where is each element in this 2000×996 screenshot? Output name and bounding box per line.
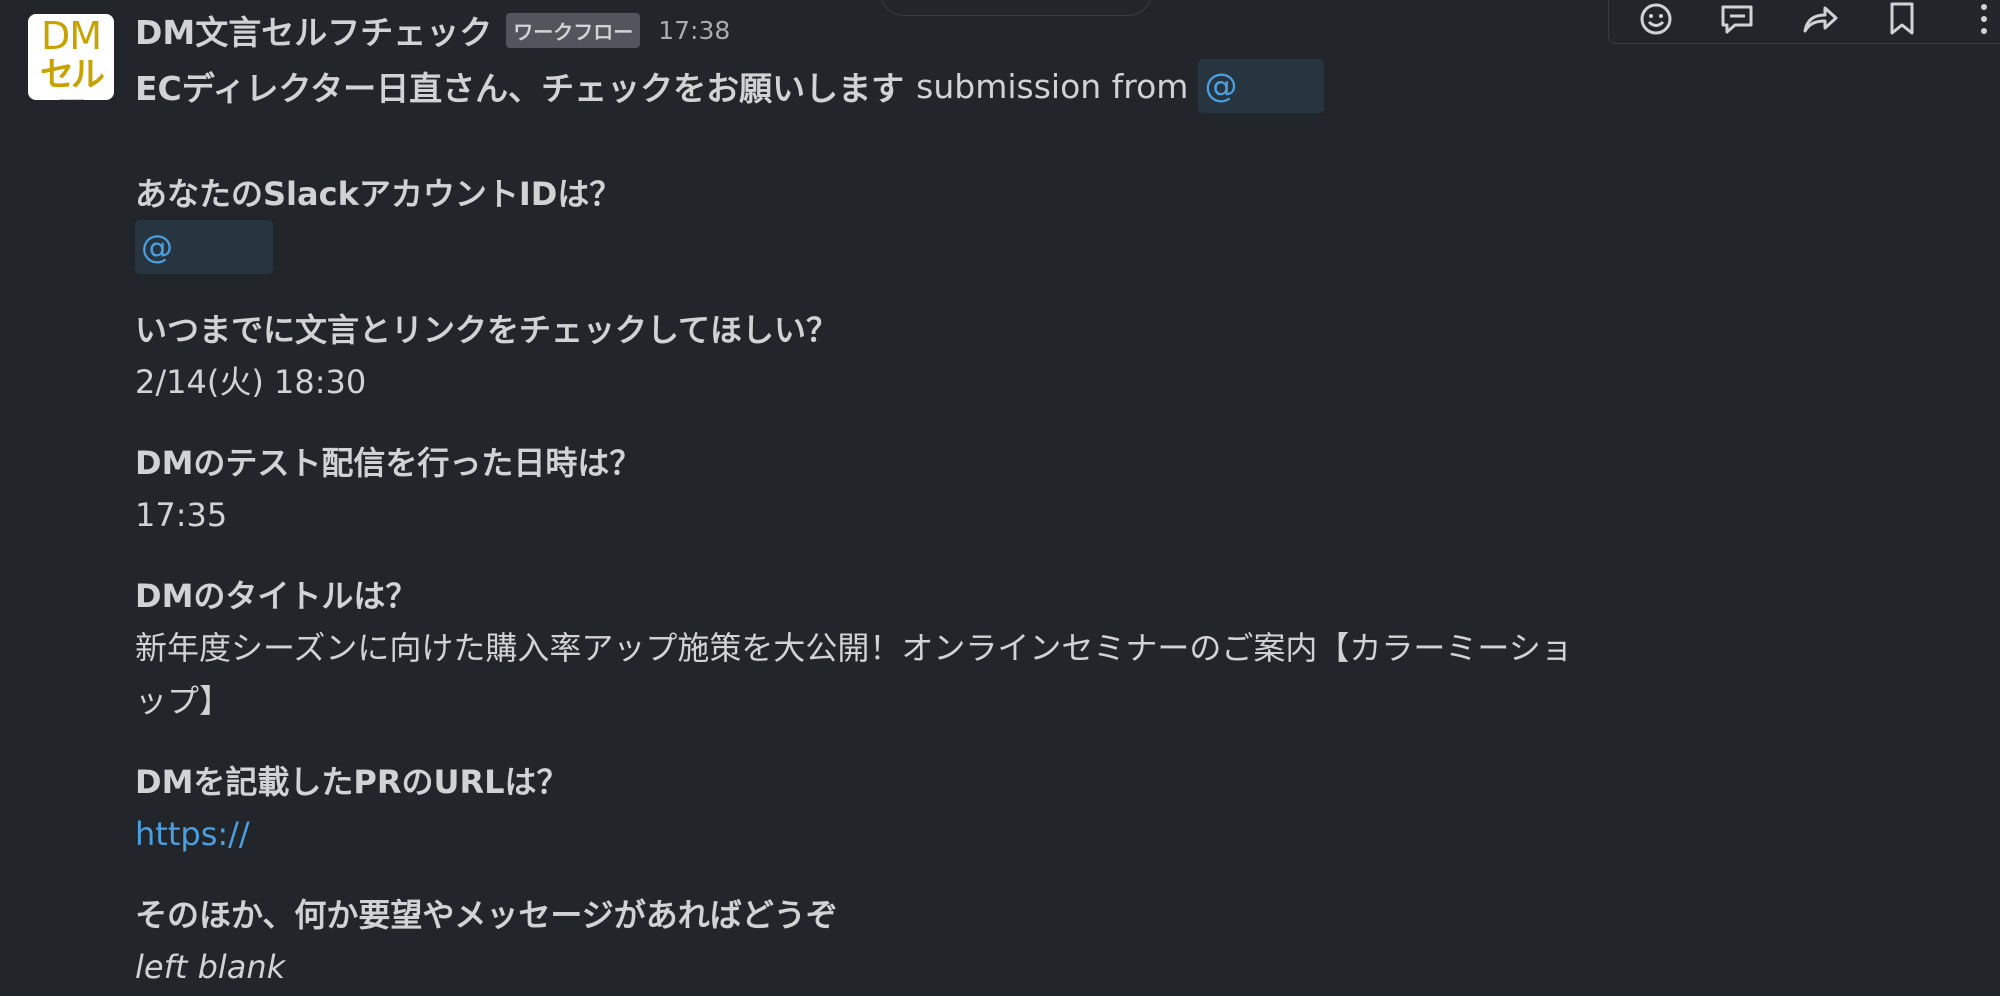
field-label: DMのタイトルは？	[135, 577, 418, 615]
share-icon[interactable]	[1801, 0, 1839, 38]
lead-title: ECディレクター日直さん、チェックをお願いします	[135, 69, 905, 108]
user-mention[interactable]: @	[135, 220, 273, 274]
field-value: @	[135, 220, 1595, 276]
field-slack-account-id: あなたのSlackアカウントIDは？ @	[135, 168, 1595, 276]
message-header: DM文言セルフチェック ワークフロー 17:38	[135, 8, 730, 52]
field-value: https://	[135, 808, 1595, 861]
field-requests: そのほか、何か要望やメッセージがあればどうぞ left blank	[135, 889, 1595, 994]
field-value: 17:35	[135, 496, 228, 534]
field-label: DMを記載したPRのURLは？	[135, 763, 569, 801]
sender-name[interactable]: DM文言セルフチェック	[135, 6, 492, 54]
pr-url-link[interactable]: https://	[135, 815, 250, 853]
avatar-logo-top: DM	[40, 14, 102, 58]
field-test-delivery-time: DMのテスト配信を行った日時は？ 17:35	[135, 437, 1595, 542]
reply-in-thread-icon[interactable]	[1719, 0, 1757, 38]
field-pr-url: DMを記載したPRのURLは？ https://	[135, 756, 1595, 861]
avatar-logo-bottom: セルフ	[40, 55, 105, 100]
more-actions-icon[interactable]	[1965, 0, 2000, 38]
field-label: DMのテスト配信を行った日時は？	[135, 444, 642, 482]
message-actions-toolbar	[1608, 0, 2000, 44]
field-value: 2/14(火) 18:30	[135, 363, 367, 401]
submitter-mention[interactable]: @	[1198, 59, 1325, 113]
message-body: ECディレクター日直さん、チェックをお願いします submission from…	[135, 58, 1595, 994]
app-avatar[interactable]: DM セルフ	[28, 14, 114, 100]
message-timestamp[interactable]: 17:38	[658, 16, 730, 45]
field-deadline: いつまでに文言とリンクをチェックしてほしい？ 2/14(火) 18:30	[135, 304, 1595, 409]
field-dm-title: DMのタイトルは？ 新年度シーズンに向けた購入率アップ施策を大公開！オンラインセ…	[135, 570, 1595, 728]
workflow-badge: ワークフロー	[506, 12, 641, 48]
lead-submission-text: submission from	[916, 66, 1189, 106]
bookmark-icon[interactable]	[1883, 0, 1921, 38]
field-label: いつまでに文言とリンクをチェックしてほしい？	[135, 311, 839, 349]
field-label: そのほか、何か要望やメッセージがあればどうぞ	[135, 896, 838, 934]
message-lead: ECディレクター日直さん、チェックをお願いします submission from…	[135, 58, 1595, 114]
add-reaction-icon[interactable]	[1637, 0, 1675, 38]
field-label: あなたのSlackアカウントIDは？	[135, 175, 622, 213]
field-value: 新年度シーズンに向けた購入率アップ施策を大公開！オンラインセミナーのご案内【カラ…	[135, 629, 1573, 720]
field-value: left blank	[135, 948, 286, 986]
jump-to-bottom-pill[interactable]	[880, 0, 1152, 16]
